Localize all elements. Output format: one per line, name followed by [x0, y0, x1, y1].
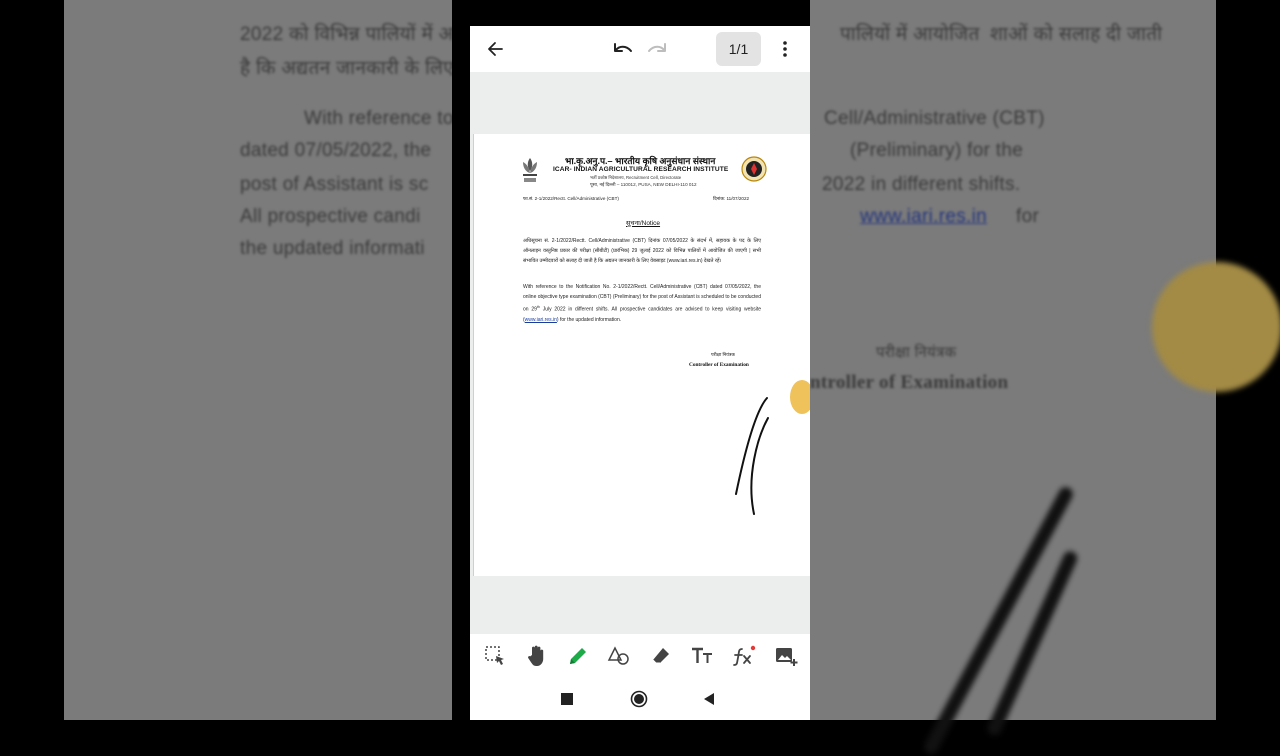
recruitment-cell-line: भर्ती प्रकोष्ठ निदेशालय, Recruitment Cel…	[590, 175, 682, 180]
blurred-background-right: पालियों में आयोजित शाओं को सलाह दी जाती …	[810, 0, 1216, 720]
hindi-paragraph: अधिसूचना सं. 2-1/2022/Rectt. Cell/Admini…	[523, 238, 761, 264]
page-indicator[interactable]: 1/1	[716, 32, 761, 66]
english-paragraph: With reference to the Notification No. 2…	[523, 282, 761, 325]
bg-text: post of Assistant is sc	[240, 174, 429, 195]
bg-text: परीक्षा नियंत्रक	[876, 344, 957, 361]
bg-text: dated 07/05/2022, the	[240, 140, 432, 161]
blurred-background-left: 2022 को विभिन्न पालियों में आयोजित की जा…	[64, 0, 452, 720]
icar-logo	[519, 156, 541, 189]
bg-text: All prospective candi	[240, 206, 421, 227]
square-icon[interactable]	[558, 690, 576, 708]
circle-icon[interactable]	[629, 689, 649, 709]
lasso-select-icon[interactable]	[483, 644, 507, 668]
annotation-toolbar	[470, 634, 810, 678]
undo-icon[interactable]	[610, 36, 636, 62]
institute-address: पूसा, नई दिल्ली – 110012, PUSA, NEW DELH…	[590, 182, 697, 187]
bg-text: शाओं को सलाह दी जाती	[990, 24, 1163, 45]
formula-icon[interactable]	[732, 644, 756, 668]
notice-title: सूचना/Notice	[626, 220, 661, 227]
reference-number: फा.सं. 2-1/2022/Rectt. Cell/Administrati…	[523, 196, 619, 201]
bg-link: www.iari.res.in	[860, 206, 987, 227]
website-link[interactable]: www.iari.res.in	[525, 317, 557, 323]
phone-screen: 1/1 भा.कृ.अनु.प.– भारतीय कृषि अनुसंधान स…	[470, 26, 810, 720]
bg-text: (Preliminary) for the	[850, 140, 1024, 161]
shapes-icon[interactable]	[607, 644, 631, 668]
pen-icon[interactable]	[566, 644, 590, 668]
more-vert-icon[interactable]	[772, 36, 798, 62]
notice-date: दिनांक: 11/07/2022	[713, 196, 750, 201]
bg-text: 2022 in different shifts.	[822, 174, 1021, 195]
bg-text: ntroller of Examination	[810, 372, 1009, 393]
pen-stroke-annotation	[735, 397, 769, 515]
signatory-english: Controller of Examination	[689, 362, 749, 368]
blurred-orange-circle	[1152, 262, 1280, 392]
bg-text: Cell/Administrative (CBT)	[824, 108, 1045, 129]
bg-text: है कि अद्यतन जानकारी के लिए	[240, 58, 452, 79]
floating-handle[interactable]	[790, 380, 810, 414]
iari-seal-logo	[741, 156, 767, 187]
institute-name-english: ICAR- INDIAN AGRICULTURAL RESEARCH INSTI…	[553, 166, 729, 173]
text-icon[interactable]	[690, 644, 714, 668]
top-app-bar: 1/1	[470, 26, 810, 72]
redo-icon[interactable]	[644, 36, 670, 62]
add-image-icon[interactable]	[774, 644, 798, 668]
signatory-hindi: परीक्षा नियंत्रक	[711, 352, 735, 357]
eraser-icon[interactable]	[649, 644, 673, 668]
triangle-back-icon[interactable]	[700, 690, 718, 708]
pdf-page[interactable]: भा.कृ.अनु.प.– भारतीय कृषि अनुसंधान संस्थ…	[473, 134, 810, 576]
bg-text: With reference to the Notification No.	[304, 108, 452, 129]
arrow-left-icon[interactable]	[482, 36, 508, 62]
bg-text: 2022 को विभिन्न पालियों में आयोजित की जा…	[240, 24, 452, 45]
english-text: ) for the updated information.	[556, 316, 622, 323]
bg-text: the updated informati	[240, 238, 425, 259]
document-canvas[interactable]: भा.कृ.अनु.प.– भारतीय कृषि अनुसंधान संस्थ…	[470, 72, 810, 634]
hand-icon[interactable]	[524, 644, 548, 668]
bg-text: for	[1016, 206, 1040, 227]
system-nav-bar	[470, 678, 810, 720]
bg-text: पालियों में आयोजित	[840, 24, 980, 45]
